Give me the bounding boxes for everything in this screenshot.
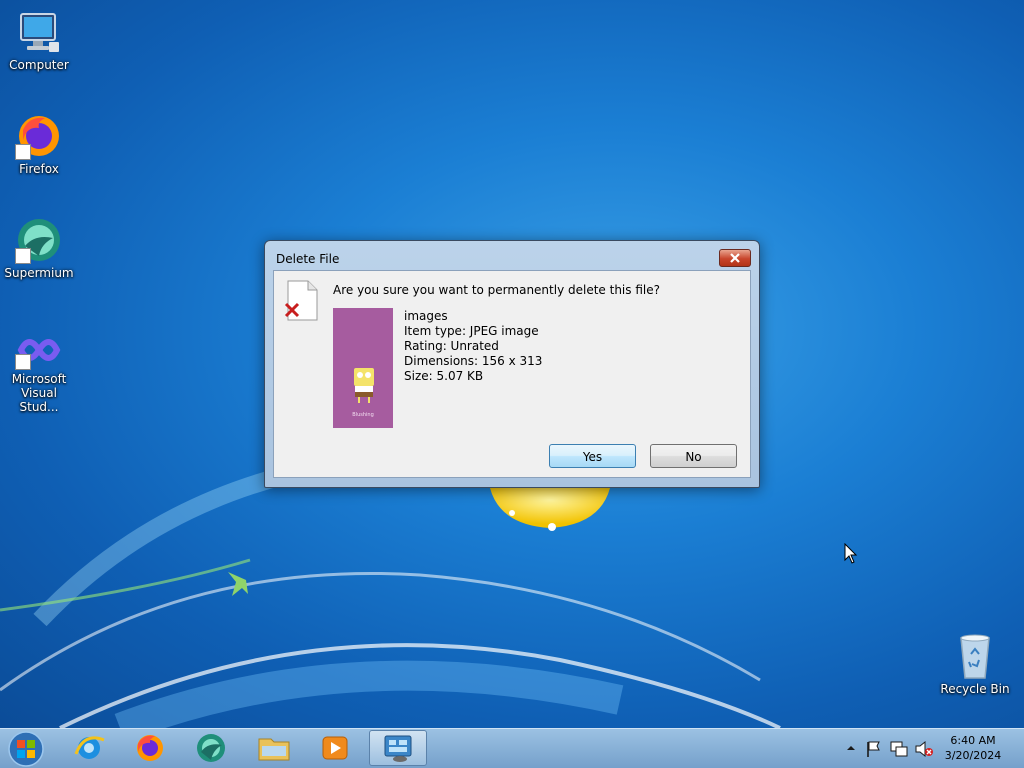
no-button[interactable]: No: [650, 444, 737, 468]
firefox-icon: [15, 112, 63, 160]
show-hidden-icons-chevron-icon[interactable]: [845, 742, 857, 754]
taskbar-internet-explorer[interactable]: [60, 730, 118, 766]
clock-date: 3/20/2024: [944, 749, 1002, 762]
yes-button[interactable]: Yes: [549, 444, 636, 468]
thumbnail-caption: Blushing: [352, 412, 374, 418]
file-properties: images Item type: JPEG image Rating: Unr…: [404, 309, 542, 384]
media-player-icon: [322, 736, 348, 760]
computer-icon: [15, 8, 63, 56]
desktop-icon-firefox[interactable]: Firefox: [0, 112, 78, 176]
confirmation-question: Are you sure you want to permanently del…: [333, 283, 660, 297]
visual-studio-icon: [15, 330, 63, 370]
taskbar-firefox[interactable]: [121, 730, 179, 766]
taskbar-control-panel[interactable]: [369, 730, 427, 766]
mouse-cursor-icon: [844, 543, 858, 564]
firefox-icon: [137, 735, 163, 761]
folder-icon: [258, 738, 290, 761]
network-icon[interactable]: [889, 739, 909, 759]
supermium-icon: [197, 734, 225, 762]
desktop-icon-recycle-bin[interactable]: Recycle Bin: [936, 632, 1014, 696]
thumbnail-figure-icon: [354, 368, 374, 403]
file-thumbnail: Blushing: [333, 308, 393, 428]
action-center-flag-icon[interactable]: [865, 740, 883, 758]
ie-icon: [74, 736, 105, 759]
close-button[interactable]: [719, 249, 751, 267]
system-clock[interactable]: 6:40 AM 3/20/2024: [940, 733, 1006, 763]
desktop-icon-computer[interactable]: Computer: [0, 8, 78, 72]
dialog-title: Delete File: [276, 252, 340, 266]
taskbar: 6:40 AM 3/20/2024: [0, 728, 1024, 768]
desktop-icon-supermium[interactable]: Supermium: [0, 216, 78, 280]
recycle-bin-icon: [951, 632, 999, 680]
desktop-icon-label: Firefox: [19, 162, 59, 176]
taskbar-supermium[interactable]: [182, 730, 240, 766]
shortcut-arrow-icon: [15, 354, 31, 370]
clock-time: 6:40 AM: [950, 734, 996, 747]
file-delete-icon: [284, 280, 318, 321]
file-name: images: [404, 309, 448, 323]
file-size: Size: 5.07 KB: [404, 369, 484, 383]
desktop-icon-label: Computer: [9, 58, 69, 72]
desktop-icon-label: Recycle Bin: [940, 682, 1010, 696]
taskbar-windows-explorer[interactable]: [245, 730, 303, 766]
start-button[interactable]: [6, 730, 46, 768]
notification-area: [843, 729, 938, 768]
delete-file-dialog: Delete File Are you sure you want to per…: [264, 240, 760, 488]
volume-muted-icon[interactable]: [914, 739, 934, 759]
windows-logo-icon: [8, 731, 44, 767]
file-item-type: Item type: JPEG image: [404, 324, 539, 338]
desktop-icon-label: Supermium: [4, 266, 74, 280]
shortcut-arrow-icon: [15, 144, 31, 160]
file-rating: Rating: Unrated: [404, 339, 499, 353]
dialog-body: Are you sure you want to permanently del…: [273, 270, 751, 478]
shortcut-arrow-icon: [15, 248, 31, 264]
control-panel-icon: [384, 735, 412, 762]
close-icon: [730, 253, 740, 263]
desktop-icon-label: Microsoft Visual Stud...: [11, 372, 67, 414]
desktop-icon-visual-studio[interactable]: Microsoft Visual Stud...: [0, 330, 78, 414]
taskbar-media-player[interactable]: [306, 730, 364, 766]
supermium-icon: [15, 216, 63, 264]
dialog-titlebar[interactable]: Delete File: [265, 241, 759, 270]
file-dimensions: Dimensions: 156 x 313: [404, 354, 543, 368]
